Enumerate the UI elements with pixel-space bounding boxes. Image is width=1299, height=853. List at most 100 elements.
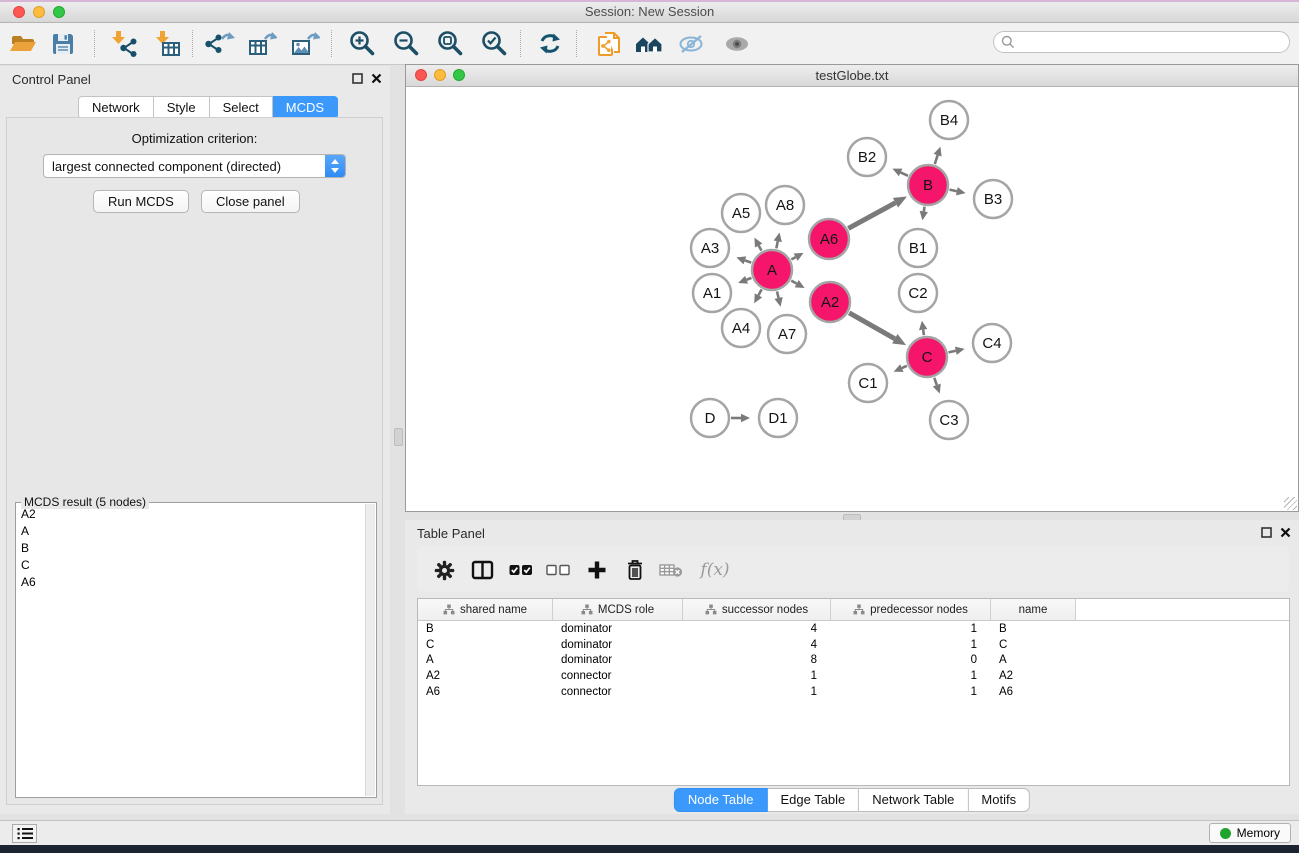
window-resize-grip[interactable]: [1284, 497, 1297, 510]
cell-successor-nodes[interactable]: 1: [683, 670, 831, 682]
deselect-all-button[interactable]: [545, 557, 571, 583]
tab-edge-table[interactable]: Edge Table: [767, 788, 859, 812]
graph-edge-A-A8[interactable]: [776, 241, 777, 248]
column-header-successor-nodes[interactable]: successor nodes: [683, 599, 831, 620]
cell-shared-name[interactable]: A2: [418, 670, 553, 682]
table-row[interactable]: Adominator80A: [418, 652, 1289, 668]
graph-edge-A-A2[interactable]: [791, 281, 796, 284]
graph-edge-B-B4[interactable]: [935, 155, 938, 164]
cell-name[interactable]: A: [991, 654, 1076, 666]
duplicate-network-button[interactable]: [590, 26, 628, 61]
table-row[interactable]: Cdominator41C: [418, 637, 1289, 653]
cell-mcds-role[interactable]: dominator: [553, 654, 683, 666]
task-history-button[interactable]: [12, 824, 37, 843]
cell-mcds-role[interactable]: connector: [553, 686, 683, 698]
function-builder-button[interactable]: f(x): [695, 557, 735, 583]
export-network-button[interactable]: [201, 26, 239, 61]
graph-edge-A-A1[interactable]: [747, 278, 752, 280]
houses-button[interactable]: [630, 26, 668, 61]
network-canvas[interactable]: B4B2BB3A5A8A6A3B1AA1C2A2A4A7C4CC1C3DD1: [406, 87, 1298, 511]
graph-edge-A2-C[interactable]: [849, 313, 895, 339]
import-network-button[interactable]: [104, 26, 142, 61]
cell-predecessor-nodes[interactable]: 1: [831, 686, 991, 698]
network-close-button[interactable]: [415, 69, 427, 81]
column-header-shared-name[interactable]: shared name: [418, 599, 553, 620]
close-panel-button[interactable]: Close panel: [201, 190, 300, 213]
table-row[interactable]: A2connector11A2: [418, 668, 1289, 684]
tab-network[interactable]: Network: [78, 96, 154, 119]
result-scrollbar[interactable]: [365, 504, 375, 796]
cell-predecessor-nodes[interactable]: 1: [831, 639, 991, 651]
tab-motifs[interactable]: Motifs: [968, 788, 1030, 812]
graph-edge-B-B1[interactable]: [924, 207, 925, 212]
float-table-panel-icon[interactable]: [1261, 527, 1272, 538]
graph-edge-A-A4[interactable]: [758, 289, 761, 295]
zoom-window-button[interactable]: [53, 6, 65, 18]
minimize-window-button[interactable]: [33, 6, 45, 18]
zoom-in-button[interactable]: [343, 26, 381, 61]
export-image-button[interactable]: [286, 26, 324, 61]
table-settings-button[interactable]: [431, 557, 457, 583]
result-item[interactable]: A: [16, 523, 366, 540]
network-minimize-button[interactable]: [434, 69, 446, 81]
graph-edge-A-A7[interactable]: [777, 291, 779, 298]
refresh-button[interactable]: [531, 26, 569, 61]
cell-predecessor-nodes[interactable]: 1: [831, 670, 991, 682]
delete-table-button[interactable]: [658, 557, 684, 583]
tab-select[interactable]: Select: [210, 96, 273, 119]
cell-successor-nodes[interactable]: 8: [683, 654, 831, 666]
cell-successor-nodes[interactable]: 4: [683, 623, 831, 635]
cell-mcds-role[interactable]: dominator: [553, 639, 683, 651]
search-field[interactable]: [993, 31, 1290, 53]
graph-edge-B-B3[interactable]: [950, 190, 957, 192]
select-all-button[interactable]: [508, 557, 534, 583]
cell-name[interactable]: C: [991, 639, 1076, 651]
zoom-out-button[interactable]: [387, 26, 425, 61]
graph-edge-C-C3[interactable]: [934, 378, 937, 385]
search-input[interactable]: [1015, 33, 1289, 51]
graph-edge-C-C4[interactable]: [949, 351, 956, 353]
close-panel-icon[interactable]: [371, 73, 382, 84]
run-mcds-button[interactable]: Run MCDS: [93, 190, 189, 213]
cell-predecessor-nodes[interactable]: 1: [831, 623, 991, 635]
column-header-predecessor-nodes[interactable]: predecessor nodes: [831, 599, 991, 620]
cell-mcds-role[interactable]: connector: [553, 670, 683, 682]
close-window-button[interactable]: [13, 6, 25, 18]
cell-predecessor-nodes[interactable]: 0: [831, 654, 991, 666]
memory-button[interactable]: Memory: [1209, 823, 1291, 843]
graph-edge-A6-B[interactable]: [848, 203, 895, 229]
graph-edge-A-A5[interactable]: [759, 246, 762, 251]
result-item[interactable]: A2: [16, 506, 366, 523]
graph-edge-B-B2[interactable]: [901, 172, 908, 175]
cell-successor-nodes[interactable]: 4: [683, 639, 831, 651]
result-item[interactable]: C: [16, 557, 366, 574]
cell-shared-name[interactable]: A6: [418, 686, 553, 698]
export-table-button[interactable]: [243, 26, 281, 61]
delete-columns-button[interactable]: [622, 557, 648, 583]
cell-name[interactable]: A6: [991, 686, 1076, 698]
save-session-button[interactable]: [44, 26, 82, 61]
split-view-button[interactable]: [469, 557, 495, 583]
float-panel-icon[interactable]: [352, 73, 363, 84]
add-column-button[interactable]: [584, 557, 610, 583]
cell-name[interactable]: B: [991, 623, 1076, 635]
cell-shared-name[interactable]: A: [418, 654, 553, 666]
zoom-fit-button[interactable]: [431, 26, 469, 61]
show-all-button[interactable]: [718, 26, 756, 61]
network-zoom-button[interactable]: [453, 69, 465, 81]
graph-edge-C-C2[interactable]: [923, 330, 924, 336]
tab-network-table[interactable]: Network Table: [859, 788, 968, 812]
zoom-selected-button[interactable]: [475, 26, 513, 61]
cell-successor-nodes[interactable]: 1: [683, 686, 831, 698]
table-row[interactable]: Bdominator41B: [418, 621, 1289, 637]
close-table-panel-icon[interactable]: [1280, 527, 1291, 538]
cell-name[interactable]: A2: [991, 670, 1076, 682]
graph-edge-A-A3[interactable]: [745, 260, 751, 262]
graph-edge-C-C1[interactable]: [902, 366, 907, 368]
tab-style[interactable]: Style: [154, 96, 210, 119]
import-table-button[interactable]: [148, 26, 186, 61]
tab-node-table[interactable]: Node Table: [674, 788, 768, 812]
hide-selected-button[interactable]: [673, 26, 711, 61]
tab-mcds[interactable]: MCDS: [273, 96, 338, 119]
graph-edge-A-A6[interactable]: [791, 257, 795, 259]
